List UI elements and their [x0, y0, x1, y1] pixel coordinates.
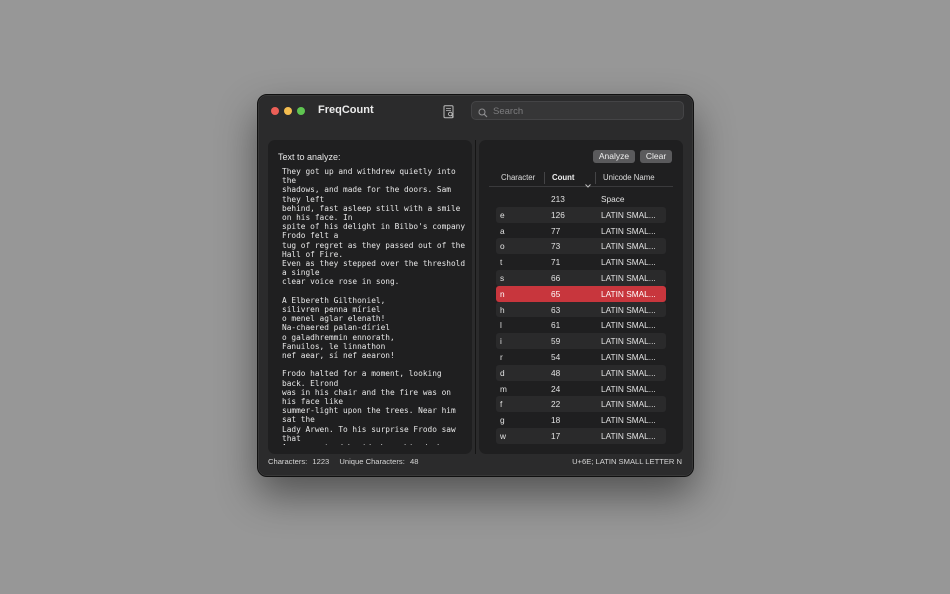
unicode-name-cell: LATIN SMAL...	[601, 415, 656, 426]
unicode-name-cell: LATIN SMAL...	[601, 209, 656, 220]
input-pane: Text to analyze: They got up and withdre…	[268, 140, 472, 454]
unicode-name-cell: LATIN SMAL...	[601, 304, 656, 315]
character-cell: o	[500, 241, 505, 252]
count-cell: 59	[551, 336, 561, 347]
table-row[interactable]: 213 Space	[496, 191, 666, 207]
count-cell: 18	[551, 415, 561, 426]
count-cell: 65	[551, 288, 561, 299]
count-cell: 77	[551, 225, 561, 236]
table-row[interactable]: i 59 LATIN SMAL...	[496, 333, 666, 349]
table-row[interactable]: s 66 LATIN SMAL...	[496, 269, 666, 286]
characters-label: Characters:	[268, 457, 308, 466]
character-cell: f	[500, 399, 503, 410]
table-row[interactable]: d 48 LATIN SMAL...	[496, 364, 666, 381]
app-window: FreqCount Text to analyze: They got up a…	[257, 94, 694, 477]
unicode-name-cell: LATIN SMAL...	[601, 320, 656, 331]
count-cell: 48	[551, 367, 561, 378]
search-field[interactable]	[471, 101, 684, 120]
minimize-window-button[interactable]	[284, 107, 292, 115]
count-cell: 73	[551, 241, 561, 252]
column-header-count[interactable]: Count	[552, 173, 575, 182]
window-title: FreqCount	[318, 104, 374, 116]
table-row[interactable]: r 54 LATIN SMAL...	[496, 349, 666, 365]
count-cell: 63	[551, 304, 561, 315]
results-pane: Analyze Clear Character Count Unicode Na…	[479, 140, 683, 454]
table-row[interactable]: a 77 LATIN SMAL...	[496, 223, 666, 239]
count-cell: 71	[551, 257, 561, 268]
column-header-unicode-name[interactable]: Unicode Name	[603, 173, 655, 182]
table-row[interactable]: h 63 LATIN SMAL...	[496, 301, 666, 318]
count-cell: 22	[551, 399, 561, 410]
table-row[interactable]: e 126 LATIN SMAL...	[496, 206, 666, 223]
search-input[interactable]	[491, 103, 680, 120]
column-header-character[interactable]: Character	[501, 173, 535, 182]
count-cell: 54	[551, 351, 561, 362]
count-cell: 24	[551, 383, 561, 394]
character-cell: e	[500, 209, 505, 220]
character-cell: l	[500, 320, 502, 331]
unicode-name-cell: LATIN SMAL...	[601, 383, 656, 394]
search-icon	[478, 105, 488, 123]
clear-button[interactable]: Clear	[640, 150, 672, 163]
table-row[interactable]: g 18 LATIN SMAL...	[496, 412, 666, 428]
character-cell: m	[500, 383, 507, 394]
character-cell: n	[500, 288, 505, 299]
character-cell: a	[500, 225, 505, 236]
table-row[interactable]: f 22 LATIN SMAL...	[496, 396, 666, 413]
text-to-analyze-label: Text to analyze:	[278, 152, 341, 162]
unicode-name-cell: LATIN SMAL...	[601, 367, 656, 378]
unicode-name-cell: LATIN SMAL...	[601, 225, 656, 236]
character-cell: s	[500, 272, 505, 283]
count-cell: 66	[551, 272, 561, 283]
zoom-window-button[interactable]	[297, 107, 305, 115]
unicode-name-cell: LATIN SMAL...	[601, 288, 656, 299]
table-row[interactable]: m 24 LATIN SMAL...	[496, 381, 666, 397]
unicode-name-cell: LATIN SMAL...	[601, 351, 656, 362]
table-row[interactable]: l 61 LATIN SMAL...	[496, 317, 666, 333]
unicode-name-cell: LATIN SMAL...	[601, 257, 656, 268]
unicode-name-cell: Space	[601, 194, 625, 204]
character-cell: h	[500, 304, 505, 315]
character-cell: w	[500, 430, 506, 441]
count-cell: 61	[551, 320, 561, 331]
character-cell: g	[500, 415, 505, 426]
column-divider[interactable]	[595, 172, 596, 184]
unicode-name-cell: LATIN SMAL...	[601, 430, 656, 441]
count-cell: 126	[551, 209, 565, 220]
table-row[interactable]: n 65 LATIN SMAL...	[496, 285, 666, 302]
character-cell: r	[500, 351, 503, 362]
unique-characters-value: 48	[409, 457, 419, 466]
frequency-table[interactable]: 213 Space e 126 LATIN SMAL... a 77 LATIN SMAL..…	[496, 191, 666, 444]
close-window-button[interactable]	[271, 107, 279, 115]
characters-value: 1223	[312, 457, 330, 466]
character-cell: i	[500, 336, 502, 347]
count-cell: 213	[551, 194, 565, 204]
count-cell: 17	[551, 430, 561, 441]
unicode-name-cell: LATIN SMAL...	[601, 399, 656, 410]
split-view-divider[interactable]	[475, 140, 476, 454]
table-row[interactable]: w 17 LATIN SMAL...	[496, 427, 666, 444]
table-row[interactable]: o 73 LATIN SMAL...	[496, 238, 666, 255]
analyze-button[interactable]: Analyze	[593, 150, 635, 163]
table-row[interactable]: t 71 LATIN SMAL...	[496, 254, 666, 270]
unicode-name-cell: LATIN SMAL...	[601, 241, 656, 252]
unicode-name-cell: LATIN SMAL...	[601, 272, 656, 283]
column-divider[interactable]	[544, 172, 545, 184]
unique-characters-label: Unique Characters:	[339, 457, 405, 466]
character-cell: t	[500, 257, 503, 268]
title-bar: FreqCount	[258, 95, 693, 131]
status-counts: Characters: 1223 Unique Characters: 48	[268, 457, 421, 466]
table-header: Character Count Unicode Name	[489, 170, 673, 188]
document-magnifier-icon[interactable]	[439, 103, 459, 121]
selection-info: U+6E; LATIN SMALL LETTER N	[572, 457, 682, 466]
character-cell: d	[500, 367, 505, 378]
unicode-name-cell: LATIN SMAL...	[601, 336, 656, 347]
text-to-analyze-area[interactable]: They got up and withdrew quietly into th…	[282, 167, 466, 445]
